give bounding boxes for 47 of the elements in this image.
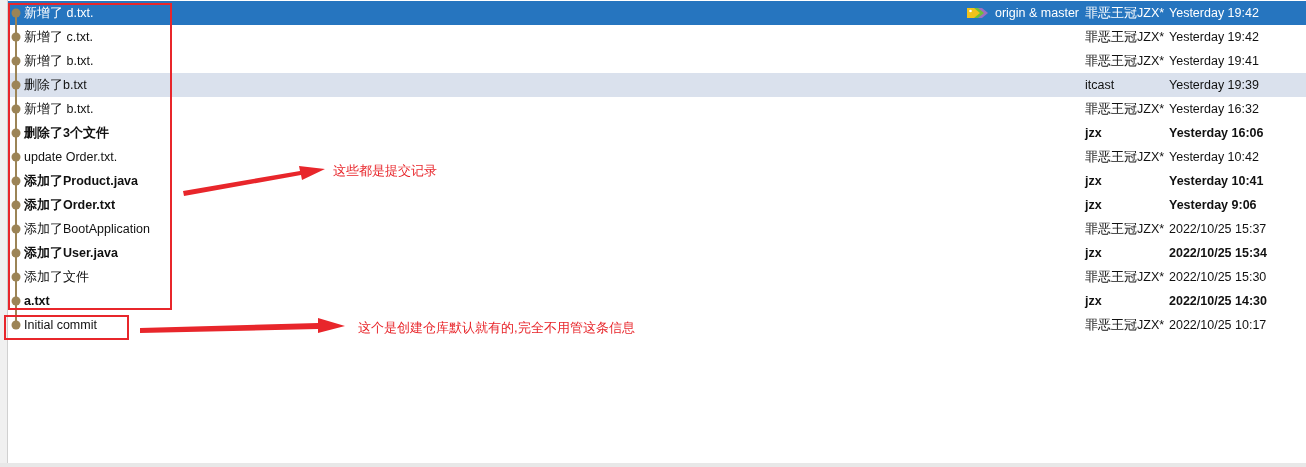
annotation-text: 这些都是提交记录 (333, 162, 437, 180)
commit-row[interactable]: 删除了b.txt itcast Yesterday 19:39 (8, 73, 1306, 97)
commit-author: 罪恶王冠JZX* (1085, 52, 1166, 70)
commit-message: 新增了 b.txt. (24, 100, 94, 118)
commit-date: Yesterday 19:42 (1169, 6, 1260, 20)
commit-message: 添加了User.java (24, 244, 118, 262)
commit-author: 罪恶王冠JZX* (1085, 220, 1166, 238)
commit-date: Yesterday 19:41 (1169, 54, 1260, 68)
commit-author: jzx (1085, 246, 1103, 260)
commit-date: Yesterday 10:42 (1169, 150, 1260, 164)
branch-label: origin & master (994, 6, 1079, 20)
commit-message: 删除了3个文件 (24, 124, 109, 142)
commit-date: Yesterday 9:06 (1169, 198, 1258, 212)
commit-author: jzx (1085, 174, 1103, 188)
commit-date: Yesterday 16:32 (1169, 102, 1260, 116)
commit-message: 添加了文件 (24, 268, 89, 286)
commit-date: 2022/10/25 10:17 (1169, 318, 1268, 332)
commit-author: itcast (1085, 78, 1116, 92)
commit-author: jzx (1085, 294, 1103, 308)
commit-message: Initial commit (24, 318, 97, 332)
commit-message: 添加了BootApplication (24, 220, 150, 238)
commit-message: 新增了 b.txt. (24, 52, 94, 70)
commit-author: 罪恶王冠JZX* (1085, 28, 1166, 46)
commit-date: 2022/10/25 15:30 (1169, 270, 1268, 284)
commit-row[interactable]: 新增了 d.txt. origin & master 罪恶王冠JZX* Yesterday 19:42 (8, 1, 1306, 25)
commit-date: Yesterday 10:41 (1169, 174, 1265, 188)
commit-date: 2022/10/25 15:37 (1169, 222, 1268, 236)
commit-author: 罪恶王冠JZX* (1085, 4, 1166, 22)
commit-date: Yesterday 16:06 (1169, 126, 1265, 140)
commit-author: 罪恶王冠JZX* (1085, 100, 1166, 118)
commit-message: update Order.txt. (24, 150, 118, 164)
commit-author: jzx (1085, 126, 1103, 140)
commit-message: 新增了 d.txt. (24, 4, 94, 22)
commit-message: 添加了Product.java (24, 172, 139, 190)
commit-date: 2022/10/25 15:34 (1169, 246, 1268, 260)
commit-message: 删除了b.txt (24, 76, 87, 94)
annotation-text: 这个是创建仓库默认就有的,完全不用管这条信息 (358, 319, 635, 337)
commit-message: 添加了Order.txt (24, 196, 116, 214)
commit-date: 2022/10/25 14:30 (1169, 294, 1268, 308)
commit-message: a.txt (24, 294, 50, 308)
commit-author: 罪恶王冠JZX* (1085, 268, 1166, 286)
commit-author: 罪恶王冠JZX* (1085, 316, 1166, 334)
commit-message: 新增了 c.txt. (24, 28, 93, 46)
commit-date: Yesterday 19:42 (1169, 30, 1260, 44)
commit-author: 罪恶王冠JZX* (1085, 148, 1166, 166)
commit-author: jzx (1085, 198, 1103, 212)
commit-date: Yesterday 19:39 (1169, 78, 1260, 92)
